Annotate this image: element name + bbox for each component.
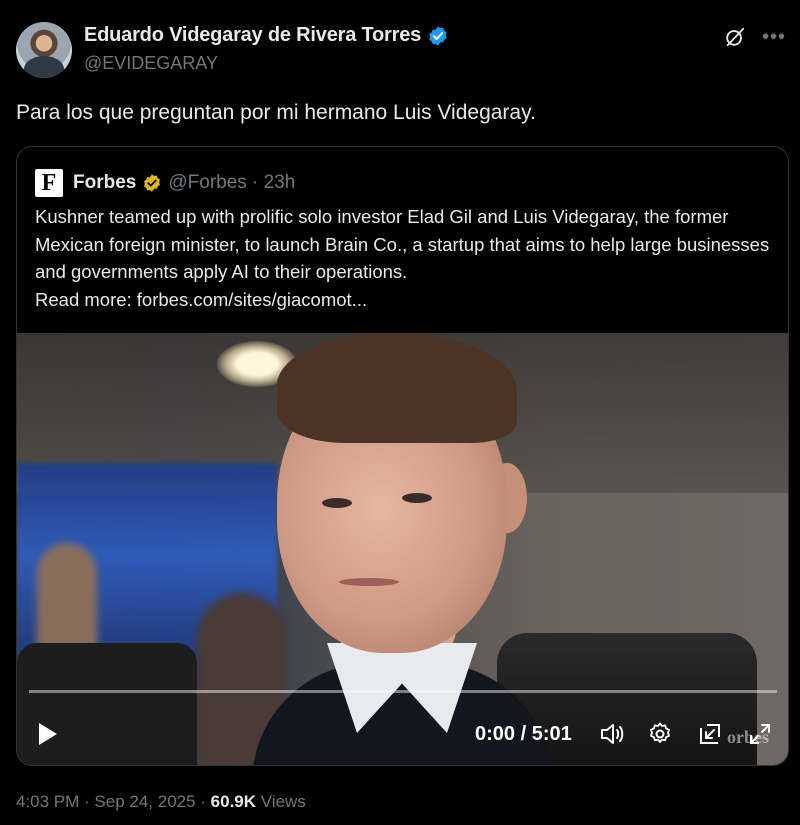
tweet-timestamp[interactable]: 4:03 PM · Sep 24, 2025 ·: [16, 792, 211, 811]
verified-gold-badge-icon: [144, 174, 161, 192]
quoted-header: F Forbes @Forbes · 23h: [35, 169, 295, 197]
read-more-link[interactable]: Read more: forbes.com/sites/giacomot...: [35, 289, 367, 310]
author-display-name[interactable]: Eduardo Videgaray de Rivera Torres: [84, 24, 421, 47]
fullscreen-icon[interactable]: [747, 721, 773, 747]
tweet-text: Para los que preguntan por mi hermano Lu…: [16, 101, 536, 124]
views-label: Views: [256, 792, 306, 811]
author-name-row: Eduardo Videgaray de Rivera Torres: [84, 24, 449, 47]
video-background-person: [37, 543, 97, 653]
avatar-shirt: [24, 56, 64, 78]
video-subject-eye: [322, 498, 352, 508]
tweet: Eduardo Videgaray de Rivera Torres @EVID…: [0, 0, 800, 825]
video-time: 0:00 / 5:01: [475, 723, 572, 745]
author-handle[interactable]: @EVIDEGARAY: [84, 53, 218, 74]
video-player[interactable]: 0:00 / 5:01 orbes: [17, 333, 788, 765]
top-actions: •••: [724, 26, 786, 48]
quoted-author-name[interactable]: Forbes: [73, 172, 136, 194]
video-subject-eye: [402, 493, 432, 503]
tweet-meta: 4:03 PM · Sep 24, 2025 · 60.9K Views: [16, 792, 306, 812]
play-icon[interactable]: [37, 721, 59, 747]
grok-icon[interactable]: [724, 26, 746, 48]
video-progress-bar[interactable]: [29, 690, 777, 693]
volume-icon[interactable]: [599, 721, 625, 747]
views-count: 60.9K: [210, 792, 257, 811]
video-subject-hair: [277, 333, 517, 443]
pip-icon[interactable]: [697, 721, 723, 747]
video-subject-mouth: [339, 578, 399, 586]
video-controls: 0:00 / 5:01 orbes: [17, 705, 788, 765]
quoted-text: Kushner teamed up with prolific solo inv…: [35, 203, 775, 313]
verified-badge-icon: [429, 25, 447, 46]
quoted-tweet[interactable]: F Forbes @Forbes · 23h Kushner teamed up…: [16, 146, 789, 766]
settings-icon[interactable]: [647, 721, 673, 747]
quoted-body: Kushner teamed up with prolific solo inv…: [35, 206, 770, 282]
avatar[interactable]: [16, 22, 72, 78]
forbes-logo[interactable]: F: [35, 169, 63, 197]
quoted-handle-time[interactable]: @Forbes · 23h: [168, 172, 295, 194]
more-icon[interactable]: •••: [762, 27, 786, 47]
